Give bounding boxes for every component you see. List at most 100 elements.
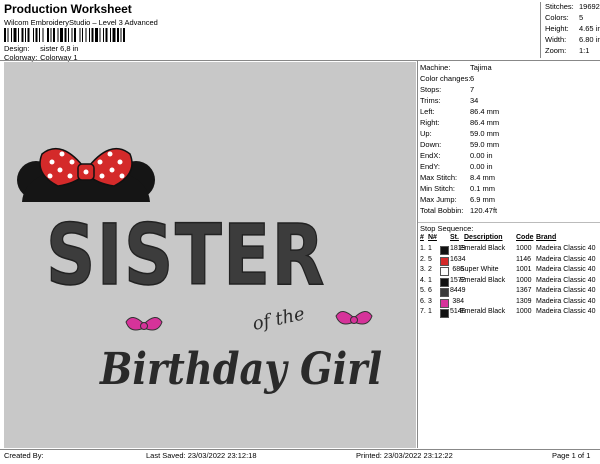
- height-value: 4.65 in: [579, 24, 600, 33]
- color-swatch: [440, 277, 449, 287]
- info-label: Left:: [420, 107, 435, 116]
- info-value: 0.1 mm: [470, 184, 496, 193]
- machine-info-row: Down: 59.0 mm: [420, 140, 499, 149]
- design-artwork: SISTER of the Birthday Girl: [17, 148, 382, 395]
- thread-code: 1000: [516, 245, 532, 252]
- info-value: 6: [470, 74, 475, 83]
- machine-info-row: Stops: 7: [420, 85, 474, 94]
- info-label: Max Stitch:: [420, 173, 458, 182]
- color-swatch: [440, 246, 449, 255]
- stitches-label: Stitches:: [545, 2, 574, 11]
- info-label: Total Bobbin:: [420, 206, 464, 215]
- thread-brand: Madeira Classic 40: [536, 276, 596, 284]
- thread-brand: Madeira Classic 40: [536, 255, 596, 263]
- info-label: Min Stitch:: [420, 184, 456, 193]
- info-label: Down:: [420, 140, 442, 149]
- machine-info-row: EndX: 0.00 in: [420, 151, 493, 160]
- thread-description: Emerald Black: [460, 276, 506, 284]
- barcode-image: [4, 28, 125, 42]
- stop-number: 5.: [420, 287, 426, 294]
- machine-info-row: Up: 59.0 mm: [420, 129, 499, 138]
- design-word-sister: SISTER: [46, 206, 326, 304]
- machine-info-row: Left: 86.4 mm: [420, 107, 499, 116]
- info-value: 86.4 mm: [470, 118, 500, 127]
- info-label: Max Jump:: [420, 195, 457, 204]
- stop-divider: [418, 222, 600, 223]
- machine-info-row: Color changes:6: [420, 74, 474, 83]
- needle-number: 1: [428, 245, 432, 252]
- info-label: Trims:: [420, 96, 441, 105]
- column-header: #: [420, 234, 424, 241]
- stitch-count: 384: [452, 297, 464, 305]
- pink-bow-icon-left: [125, 317, 163, 331]
- stitch-count: 1634: [450, 255, 466, 263]
- zoom-value: 1:1: [579, 46, 590, 55]
- thread-code: 1000: [516, 308, 532, 315]
- info-value: 0.00 in: [470, 151, 493, 160]
- stop-number: 3.: [420, 266, 426, 273]
- design-preview: SISTER of the Birthday Girl: [4, 62, 416, 448]
- pink-bow-icon-right: [335, 311, 373, 325]
- design-word-birthday-girl: Birthday Girl: [98, 344, 382, 395]
- info-label: Stops:: [420, 85, 442, 94]
- column-header: Code: [516, 234, 534, 241]
- summary-panel: Stitches: 19692 Colors: 5 Height: 4.65 in W…: [540, 2, 600, 58]
- thread-code: 1000: [516, 276, 532, 284]
- machine-info-row: Trims: 34: [420, 96, 478, 105]
- info-value: 120.47ft: [470, 206, 498, 215]
- printed-date: Printed: 23/03/2022 23:12:22: [356, 451, 453, 460]
- software-name: Wilcom EmbroideryStudio – Level 3 Advanc…: [4, 18, 158, 27]
- info-value: 59.0 mm: [470, 129, 500, 138]
- info-value: 0.00 in: [470, 162, 493, 171]
- stop-number: 2.: [420, 255, 426, 263]
- width-value: 6.80 in: [579, 35, 600, 44]
- needle-number: 1: [428, 308, 432, 315]
- worksheet-title: Production Worksheet: [4, 2, 132, 16]
- column-header: St.: [450, 234, 459, 241]
- column-header: Brand: [536, 234, 557, 241]
- thread-brand: Madeira Classic 40: [536, 297, 596, 305]
- info-label: Right:: [420, 118, 440, 127]
- bow-icon: [39, 148, 133, 187]
- needle-number: 1: [428, 276, 432, 284]
- design-word-of-the: of the: [251, 303, 307, 334]
- color-swatch: [440, 256, 449, 266]
- thread-brand: Madeira Classic 40: [536, 245, 596, 252]
- thread-description: Super White: [460, 266, 499, 273]
- info-value: 34: [470, 96, 479, 105]
- thread-code: 1146: [516, 255, 532, 263]
- last-saved: Last Saved: 23/03/2022 23:12:18: [146, 451, 257, 460]
- info-label: Color changes:: [420, 74, 471, 83]
- thread-code: 1367: [516, 287, 532, 294]
- thread-description: Emerald Black: [460, 245, 506, 252]
- needle-number: 6: [428, 287, 432, 294]
- page-number: Page 1 of 1: [552, 451, 591, 460]
- design-row: Design: sister 6,8 in: [4, 44, 78, 53]
- info-label: Machine:: [420, 63, 451, 72]
- thread-brand: Madeira Classic 40: [536, 287, 596, 294]
- machine-info-row: Total Bobbin: 120.47ft: [420, 206, 497, 215]
- stop-number: 7.: [420, 308, 426, 315]
- stitches-value: 19692: [579, 2, 600, 11]
- machine-info-row: Right: 86.4 mm: [420, 118, 499, 127]
- stop-number: 1.: [420, 245, 426, 252]
- colors-value: 5: [579, 13, 584, 22]
- machine-info-row: EndY: 0.00 in: [420, 162, 493, 171]
- color-swatch: [440, 298, 449, 308]
- info-label: EndY:: [420, 162, 441, 171]
- info-label: Up:: [420, 129, 432, 138]
- colors-label: Colors:: [545, 13, 569, 22]
- thread-description: Emerald Black: [460, 308, 506, 315]
- thread-brand: Madeira Classic 40: [536, 266, 596, 273]
- stop-number: 6.: [420, 297, 426, 305]
- info-value: 7: [470, 85, 475, 94]
- info-value: 8.4 mm: [470, 173, 496, 182]
- needle-number: 5: [428, 255, 432, 263]
- created-by: Created By:: [4, 451, 44, 460]
- zoom-label: Zoom:: [545, 46, 567, 55]
- info-value: 6.9 mm: [470, 195, 496, 204]
- column-header: Description: [464, 234, 503, 241]
- needle-number: 3: [428, 297, 432, 305]
- info-value: 86.4 mm: [470, 107, 500, 116]
- design-label: Design:: [4, 44, 30, 53]
